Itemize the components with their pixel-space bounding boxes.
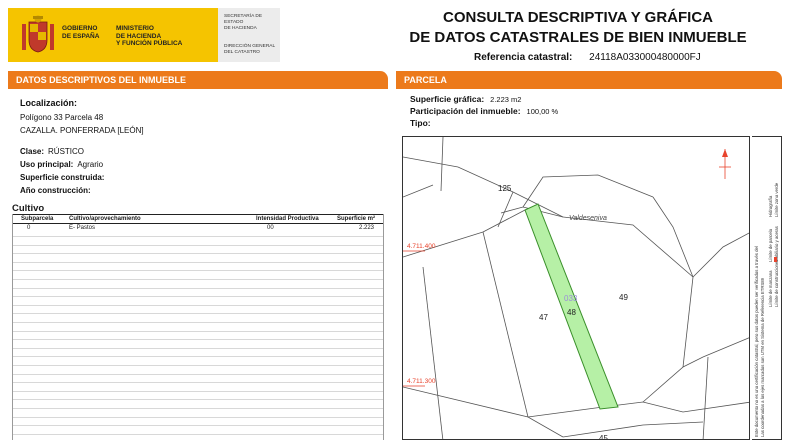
ref-value: 24118A033000480000FJ (589, 52, 701, 63)
legend-item-construcciones: Límite de construcciones (774, 259, 779, 307)
legend-note: Este documento no es una certificación c… (754, 246, 759, 437)
north-arrow-icon (719, 149, 731, 179)
location-line-1: Polígono 33 Parcela 48 (20, 113, 104, 122)
legend-item-hidrografia: Hidrografía (768, 195, 773, 217)
legend-svg: Este documento no es una certificación c… (754, 182, 779, 437)
superficie-grafica-row: Superficie gráfica: 2.223 m2 (410, 94, 522, 104)
table-rule-line (13, 279, 383, 280)
table-rule-line (13, 261, 383, 263)
table-rule-line (13, 270, 383, 272)
col-superficie: Superficie m² (337, 216, 376, 222)
legend-note-2: Las coordenadas a los ejes marcados son … (760, 277, 765, 437)
cultivo-table: Subparcela Cultivo/aprovechamiento Inten… (12, 214, 384, 440)
ministerio-text: MINISTERIO DE HACIENDA Y FUNCIÓN PÚBLICA (116, 25, 183, 47)
table-rule-line (13, 382, 383, 384)
table-rule-line (13, 365, 383, 366)
table-rule-line (13, 304, 383, 306)
location-line-2: CAZALLA. PONFERRADA [LEÓN] (20, 126, 144, 135)
participacion-row: Participación del inmueble: 100,00 % (410, 106, 559, 116)
table-rule-line (13, 322, 383, 323)
legend-item-parcela: Límite de parcela (768, 228, 773, 262)
utm-northing-2: 4.711.300 (407, 378, 436, 385)
parcel-label-47: 47 (539, 313, 548, 322)
cell-cultivo: E- Pastos (69, 225, 96, 231)
col-subparcela: Subparcela (21, 216, 54, 222)
page-title: CONSULTA DESCRIPTIVA Y GRÁFICA DE DATOS … (409, 9, 747, 46)
place-name-label: Valdeseniva (569, 215, 607, 222)
utm-northing-1: 4.711.400 (407, 243, 436, 250)
government-logo: GOBIERNO DE ESPAÑA MINISTERIO DE HACIEND… (8, 8, 218, 62)
table-rule-line (13, 253, 383, 255)
anio-construccion-row: Año construcción: (20, 186, 91, 195)
cadastral-map[interactable]: 125 47 48 49 45 Valdeseniva 033 4.711.40… (402, 136, 750, 440)
parcel-label-49: 49 (619, 293, 628, 302)
table-rule-line (13, 236, 383, 237)
cell-superficie: 2.223 (359, 225, 375, 231)
polygon-label: 033 (564, 294, 578, 303)
gobierno-text: GOBIERNO DE ESPAÑA (62, 25, 100, 40)
uso-row: Uso principal: Agrario (20, 160, 104, 169)
clase-row: Clase: RÚSTICO (20, 147, 85, 156)
table-rule-line (13, 339, 383, 341)
superficie-construida-row: Superficie construida: (20, 173, 105, 182)
legend-swatch (774, 257, 777, 262)
cell-subparcela: 0 (27, 225, 31, 231)
cadastral-reference: Referencia catastral: 24118A033000480000… (474, 52, 701, 63)
secretaria-box: SECRETARÍA DE ESTADO DE HACIENDA DIRECCI… (218, 8, 280, 62)
tipo-row: Tipo: (410, 118, 431, 128)
parcel-label-125: 125 (498, 184, 512, 193)
table-rule-line (13, 330, 383, 332)
parcel-label-48: 48 (567, 308, 576, 317)
table-rule-line (13, 416, 383, 418)
legend-item-zona-verde: Límite zona verde (774, 182, 779, 217)
parcela-header: PARCELA (396, 71, 782, 89)
table-rule-line (13, 313, 383, 315)
table-rule-line (13, 425, 383, 427)
localizacion-label: Localización: (20, 98, 78, 108)
cultivo-title: Cultivo (12, 203, 45, 214)
cell-intensidad: 00 (267, 225, 274, 231)
parcel-label-45: 45 (599, 434, 608, 440)
parcel-map-svg: 125 47 48 49 45 Valdeseniva 033 4.711.40… (403, 137, 749, 440)
map-legend: Este documento no es una certificación c… (752, 136, 782, 440)
table-rule-line (13, 373, 383, 375)
highlighted-parcel-48 (524, 203, 619, 410)
table-rule-line (13, 296, 383, 298)
col-intensidad: Intensidad Productiva (256, 216, 319, 222)
table-header: Subparcela Cultivo/aprovechamiento Inten… (13, 214, 383, 224)
table-row: 0 E- Pastos 00 2.223 (13, 224, 383, 235)
col-cultivo: Cultivo/aprovechamiento (69, 216, 141, 222)
table-rule-line (13, 399, 383, 401)
table-rule-line (13, 433, 383, 435)
table-rule-line (13, 287, 383, 289)
table-rule-line (13, 356, 383, 358)
descriptive-data-header: DATOS DESCRIPTIVOS DEL INMUEBLE (8, 71, 388, 89)
coat-of-arms-icon (22, 15, 54, 53)
table-rule-line (13, 390, 383, 392)
ref-label: Referencia catastral: (474, 52, 573, 63)
legend-item-mobiliario: Mobiliario y aceras (774, 226, 779, 262)
table-rule-line (13, 244, 383, 246)
table-rule-line (13, 408, 383, 409)
legend-item-manzana: Límite de manzana (768, 270, 773, 307)
table-rule-line (13, 347, 383, 349)
